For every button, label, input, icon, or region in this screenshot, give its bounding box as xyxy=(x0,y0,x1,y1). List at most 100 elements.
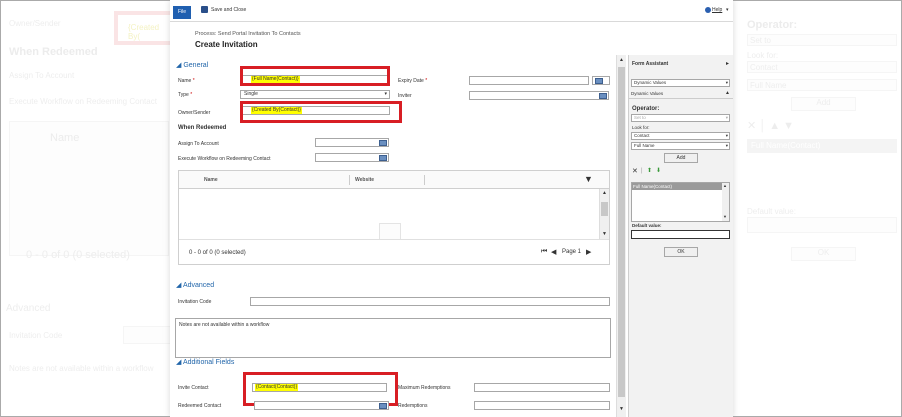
lookup-icon[interactable] xyxy=(379,403,387,409)
bg-contact: Contact xyxy=(750,63,778,72)
add-button[interactable]: Add xyxy=(664,153,698,163)
lookup-icon[interactable] xyxy=(379,155,387,161)
column-divider xyxy=(349,175,350,185)
name-label-text: Name xyxy=(178,78,192,84)
bg-full-name: Full Name xyxy=(750,81,787,90)
bg-when-redeemed: When Redeemed xyxy=(9,46,98,58)
calendar-picker[interactable] xyxy=(592,76,610,85)
general-section[interactable]: ◢ General xyxy=(176,61,208,69)
field-select[interactable]: Full Name ▾ xyxy=(631,142,730,150)
list-scrollbar[interactable]: ▲ ▼ xyxy=(722,183,729,221)
advanced-section[interactable]: ◢ Advanced xyxy=(176,281,214,289)
look-for-select[interactable]: Contact ▾ xyxy=(631,132,730,140)
dynamic-values-header[interactable]: Dynamic Values ▲ xyxy=(629,89,733,99)
chevron-down-icon: ▾ xyxy=(725,143,728,148)
grid-header: Name Website ▼ xyxy=(179,171,609,189)
bg-highlight-box: {Created By( xyxy=(114,11,174,45)
operator-value: Set to xyxy=(634,115,646,120)
chevron-down-icon: ▾ xyxy=(384,91,387,97)
redemptions-input[interactable] xyxy=(474,401,610,410)
collapse-icon[interactable]: ◢ xyxy=(176,359,181,366)
additional-section[interactable]: ◢ Additional Fields xyxy=(176,358,234,366)
collapse-up-icon[interactable]: ▲ xyxy=(725,90,730,96)
dynamic-values-select[interactable]: Dynamic Values ▾ xyxy=(631,79,730,87)
invite-contact-label: Invite Contact xyxy=(178,385,209,391)
col-name[interactable]: Name xyxy=(204,177,218,183)
bg-toolbar-icons: ✕ │ ▲ ▼ xyxy=(747,120,795,132)
operator-select[interactable]: Set to ▾ xyxy=(631,114,730,122)
lookup-icon[interactable] xyxy=(379,140,387,146)
first-page-icon[interactable]: ⏮ xyxy=(541,248,547,256)
dynamic-header-label: Dynamic Values xyxy=(631,91,664,96)
inviter-input[interactable] xyxy=(469,91,609,100)
required-mark: * xyxy=(192,78,195,84)
name-label: Name * xyxy=(178,78,195,84)
field-value: Full Name xyxy=(634,143,655,148)
bg-op-select: Set to xyxy=(747,34,897,46)
execute-label: Execute Workflow on Redeeming Contact xyxy=(178,156,271,162)
scroll-up-icon[interactable]: ▲ xyxy=(723,183,727,188)
type-select[interactable]: Single ▾ xyxy=(240,90,390,99)
scroll-up-icon[interactable]: ▲ xyxy=(602,190,607,196)
dynamic-select-value: Dynamic Values xyxy=(634,80,667,85)
assign-account-input[interactable] xyxy=(315,138,389,147)
move-up-icon[interactable]: ⬆ xyxy=(647,167,652,174)
delete-icon[interactable]: ✕ xyxy=(632,167,638,175)
list-item[interactable]: Full Name(Contact) xyxy=(632,183,722,190)
bg-field-select: Full Name xyxy=(747,79,897,91)
scroll-down-icon[interactable]: ▼ xyxy=(602,231,607,237)
chevron-down-icon: ▾ xyxy=(725,115,728,120)
bg-list-text: Full Name(Contact) xyxy=(751,141,821,150)
expiry-label: Expiry Date * xyxy=(398,78,427,84)
bg-invitation-code: Invitation Code xyxy=(9,331,63,340)
collapse-icon[interactable]: ◢ xyxy=(176,282,181,289)
grid-footer: 0 - 0 of 0 (0 selected) ⏮ ◀ Page 1 ▶ xyxy=(179,239,609,264)
create-invitation-dialog: File Save and Close Help ▾ Process: Send… xyxy=(170,0,733,417)
redeemed-contact-label: Redeemed Contact xyxy=(178,403,222,409)
lookup-icon[interactable] xyxy=(599,93,607,99)
filter-icon[interactable]: ▼ xyxy=(584,174,593,184)
prev-page-icon[interactable]: ◀ xyxy=(551,248,556,256)
default-value-input[interactable] xyxy=(631,230,730,239)
execute-workflow-input[interactable] xyxy=(315,153,389,162)
max-redemptions-input[interactable] xyxy=(474,383,610,392)
bg-owner-value: {Created By( xyxy=(128,23,160,41)
grid-scrollbar[interactable]: ▲ ▼ xyxy=(599,189,609,239)
help-chevron-icon[interactable]: ▾ xyxy=(726,7,729,13)
col-website[interactable]: Website xyxy=(355,177,374,183)
file-tab[interactable]: File xyxy=(173,6,191,19)
move-down-icon[interactable]: ⬇ xyxy=(656,167,661,174)
look-for-value: Contact xyxy=(634,133,650,138)
expand-icon[interactable]: ▸ xyxy=(726,60,729,67)
additional-section-label: Additional Fields xyxy=(182,359,235,366)
page-number: Page 1 xyxy=(562,249,582,255)
name-highlight-box xyxy=(240,66,390,86)
form-scrollbar[interactable]: ▲ ▼ xyxy=(616,55,626,417)
next-page-icon[interactable]: ▶ xyxy=(586,248,591,256)
bg-count: 0 - 0 of 0 (0 selected) xyxy=(26,249,130,261)
type-value: Single xyxy=(244,91,258,97)
bg-execute-label: Execute Workflow on Redeeming Contact xyxy=(9,97,157,106)
redemptions-label: Redemptions xyxy=(398,403,428,409)
bg-set-to: Set to xyxy=(750,36,771,45)
dynamic-values-list[interactable]: Full Name(Contact) ▲ ▼ xyxy=(631,182,730,222)
save-icon[interactable] xyxy=(201,6,208,13)
ok-button[interactable]: OK xyxy=(664,247,698,257)
scroll-down-icon[interactable]: ▼ xyxy=(723,214,727,219)
save-close-button[interactable]: Save and Close xyxy=(211,7,246,13)
scroll-up-icon[interactable]: ▲ xyxy=(619,57,624,63)
max-redemptions-label: Maximum Redemptions xyxy=(398,385,451,391)
scroll-down-icon[interactable]: ▼ xyxy=(619,406,624,412)
scroll-thumb[interactable] xyxy=(601,202,608,216)
collapse-icon[interactable]: ◢ xyxy=(176,62,181,69)
expiry-date-input[interactable] xyxy=(469,76,589,85)
redeemed-contact-input[interactable] xyxy=(254,401,389,410)
form-assistant-title: Form Assistant xyxy=(632,61,669,67)
bg-look-select: Contact xyxy=(747,61,897,73)
scroll-thumb[interactable] xyxy=(618,67,625,397)
bg-operator: Operator: xyxy=(747,19,798,31)
help-icon[interactable] xyxy=(705,7,711,13)
bg-owner-label: Owner/Sender xyxy=(9,19,61,28)
help-button[interactable]: Help xyxy=(712,7,722,13)
invitation-code-input[interactable] xyxy=(250,297,610,306)
